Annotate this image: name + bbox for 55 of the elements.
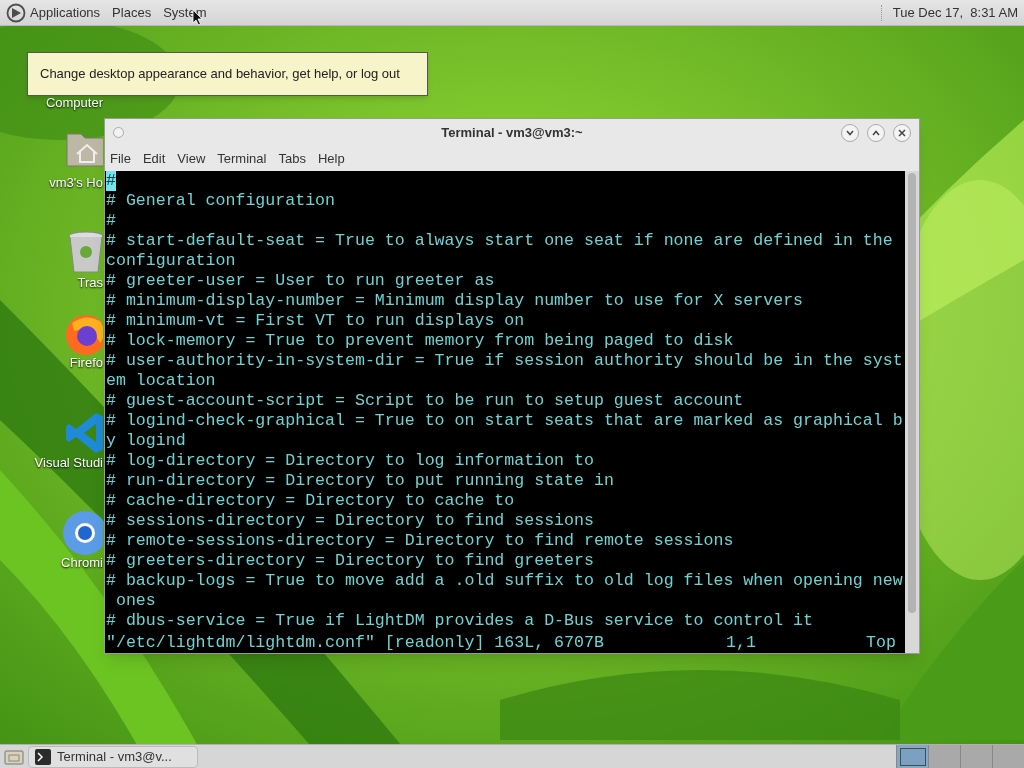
desktop-icon-label[interactable]: Computer — [45, 93, 103, 113]
close-icon — [898, 128, 906, 137]
show-desktop-icon[interactable] — [4, 747, 24, 766]
terminal-line: configuration — [106, 251, 236, 270]
scroll-position: Top — [866, 633, 896, 653]
logo-icon[interactable] — [6, 2, 26, 23]
clock[interactable]: Tue Dec 17, 8:31 AM — [892, 2, 1018, 23]
panel-menu[interactable]: Applications — [30, 2, 101, 23]
trash-icon[interactable] — [66, 230, 103, 274]
chevron-down-icon — [846, 129, 854, 136]
status-text: "/etc/lightdm/lightdm.conf" [readonly] 163L, 6707B — [106, 633, 605, 653]
menu-item[interactable]: View — [177, 148, 206, 169]
menu-item[interactable]: Help — [317, 148, 345, 169]
terminal-line: em location — [106, 371, 216, 390]
menu-item[interactable]: Edit — [142, 148, 166, 169]
terminal-line: # user-authority-in-system-dir = True if session authority should be in the syst — [106, 351, 903, 370]
window-menu-button[interactable] — [113, 127, 124, 138]
terminal-line: # — [106, 211, 116, 230]
terminal-line: # General configuration — [106, 191, 336, 210]
menu-item[interactable]: Tabs — [278, 148, 306, 169]
terminal-icon — [35, 748, 51, 765]
chevron-up-icon — [872, 129, 880, 136]
panel-menu[interactable]: Places — [112, 2, 152, 23]
terminal-line: # log-directory = Directory to log information to — [106, 451, 594, 470]
terminal-line: # remote-sessions-directory = Directory to find remote sessions — [106, 531, 734, 550]
menu-item[interactable]: File — [110, 148, 131, 169]
chromium-icon[interactable] — [62, 510, 103, 556]
terminal-line: # guest-account-script = Script to be run to setup guest account — [106, 391, 744, 410]
close-button[interactable] — [893, 123, 911, 142]
terminal-line: # run-directory = Directory to put running state in — [106, 471, 614, 490]
minimize-button[interactable] — [841, 123, 859, 142]
terminal-line: # minimum-display-number = Minimum display number to use for X servers — [106, 291, 804, 310]
menu-item[interactable]: Terminal — [217, 148, 267, 169]
terminal-line: # backup-logs = True to move add a .old suffix to old log files when opening new — [106, 571, 903, 590]
terminal-line: # lock-memory = True to prevent memory from being paged to disk — [106, 331, 734, 350]
maximize-button[interactable] — [867, 123, 885, 142]
terminal-line: # greeter-user = User to run greeter as — [106, 271, 495, 290]
terminal-line: # minimum-vt = First VT to run displays on — [106, 311, 525, 330]
terminal-line: ones — [114, 591, 156, 610]
tooltip-text: Change desktop appearance and behavior, get help, or log out — [40, 65, 400, 84]
terminal-line: # — [106, 171, 116, 190]
terminal-line: # start-default-seat = True to always start one seat if none are defined in the — [106, 231, 893, 250]
terminal-line: # cache-directory = Directory to cache to — [106, 491, 515, 510]
scrollbar[interactable] — [905, 171, 919, 653]
terminal-line: # greeters-directory = Directory to find greeters — [106, 551, 594, 570]
workspace[interactable] — [896, 745, 928, 768]
terminal-line: # logind-check-graphical = True to on start seats that are marked as graphical b — [106, 411, 903, 430]
firefox-icon[interactable] — [64, 313, 103, 357]
terminal-line: # dbus-service = True if LightDM provides a D-Bus service to control it — [106, 611, 813, 630]
cursor-position: 1,1 — [726, 633, 757, 653]
taskbar-button[interactable]: Terminal - vm3@v... — [28, 745, 198, 768]
terminal-line: y logind — [106, 431, 186, 450]
terminal-line: # sessions-directory = Directory to find sessions — [106, 511, 594, 530]
window-title: Terminal - vm3@vm3:~ — [440, 123, 584, 142]
desktop-icon-label[interactable]: Visual Studi — [34, 453, 103, 473]
